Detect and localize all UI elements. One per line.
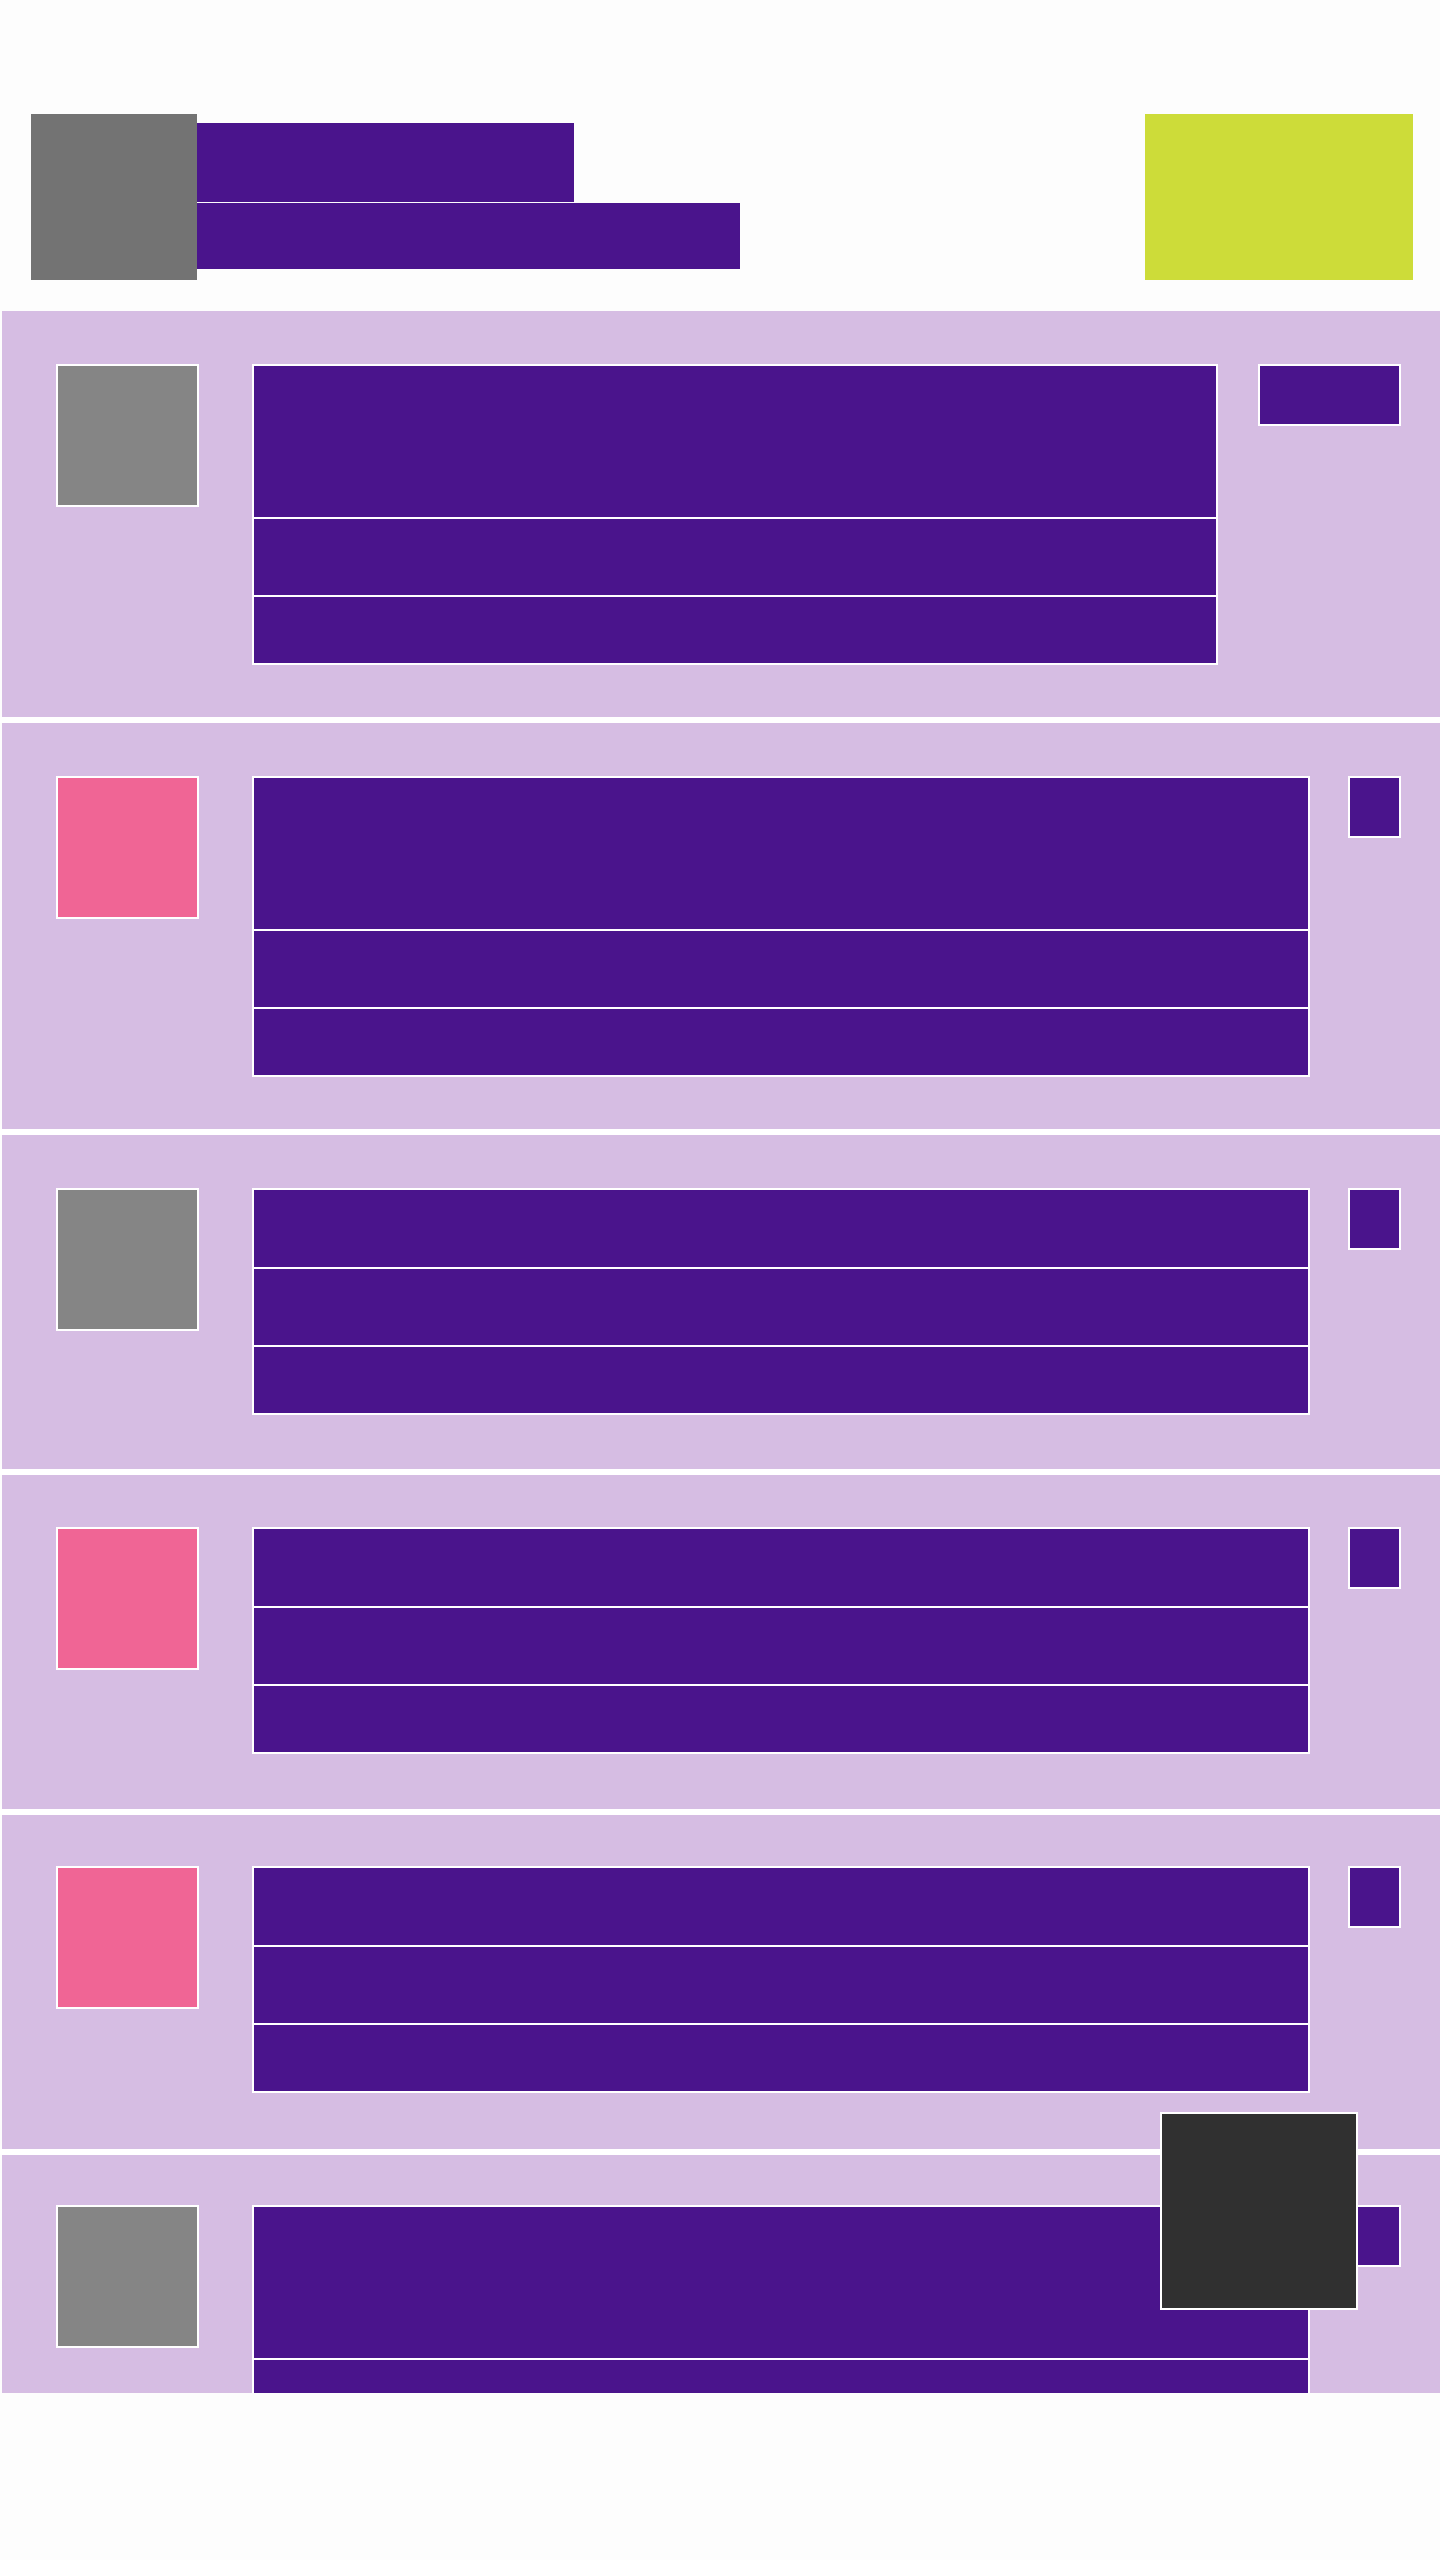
item-title <box>252 776 1310 931</box>
item-line <box>252 929 1310 1009</box>
item-title <box>252 1866 1310 1947</box>
header-subtitle <box>197 203 740 269</box>
item-line <box>252 1606 1310 1686</box>
item-thumbnail <box>56 2205 199 2348</box>
item-line <box>252 2358 1310 2393</box>
item-meta <box>1348 1866 1401 1928</box>
item-thumbnail <box>56 1188 199 1331</box>
item-meta <box>1258 364 1401 426</box>
item-line <box>252 595 1218 665</box>
item-meta <box>1348 776 1401 838</box>
item-line <box>252 1007 1310 1077</box>
item-meta <box>1348 1188 1401 1250</box>
item-line <box>252 2023 1310 2093</box>
header-avatar[interactable] <box>31 114 197 280</box>
item-line <box>252 1684 1310 1754</box>
item-line <box>252 1267 1310 1347</box>
header-title <box>197 123 574 202</box>
item-line <box>252 517 1218 597</box>
item-thumbnail <box>56 1527 199 1670</box>
item-thumbnail <box>56 776 199 919</box>
item-line <box>252 1345 1310 1415</box>
item-title <box>252 1188 1310 1269</box>
item-line <box>252 1945 1310 2025</box>
item-title <box>252 1527 1310 1608</box>
item-title <box>252 2205 1310 2360</box>
item-thumbnail <box>56 364 199 507</box>
floating-action-button[interactable] <box>1160 2112 1358 2310</box>
item-meta <box>1348 1527 1401 1589</box>
item-title <box>252 364 1218 519</box>
item-thumbnail <box>56 1866 199 2009</box>
header-action-button[interactable] <box>1145 114 1413 280</box>
